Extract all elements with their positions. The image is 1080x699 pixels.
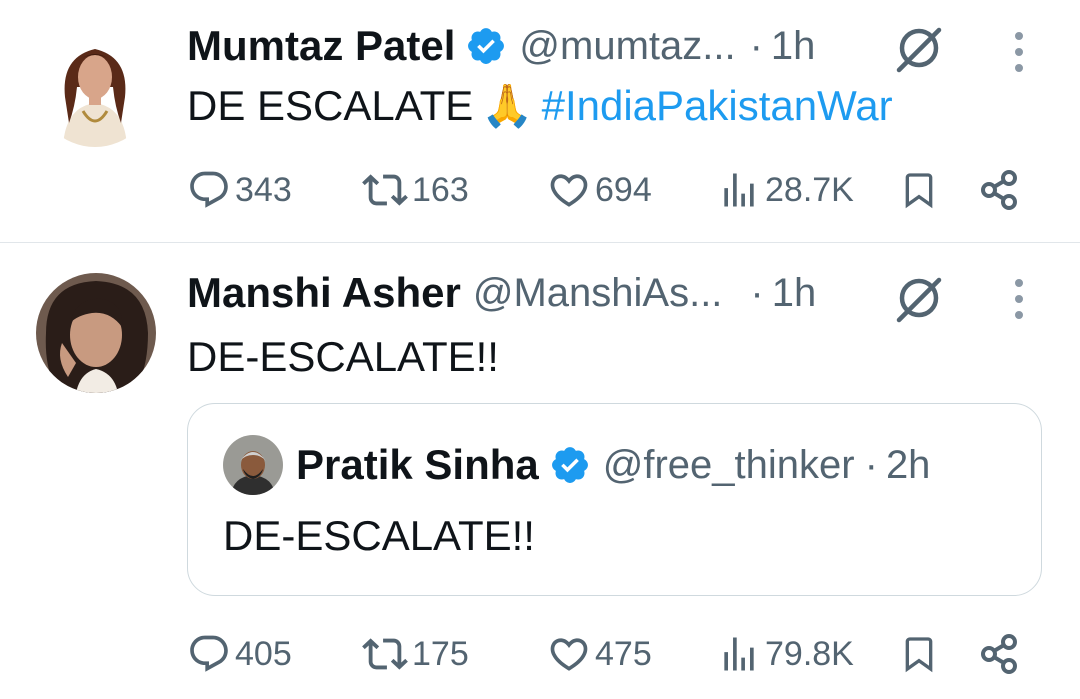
repost-button[interactable]: 163 bbox=[362, 162, 469, 218]
grok-icon[interactable] bbox=[893, 272, 945, 324]
separator: · bbox=[750, 270, 764, 315]
like-count: 475 bbox=[595, 634, 652, 673]
bookmark-icon bbox=[899, 632, 939, 676]
action-bar: 405 175 475 79.8K bbox=[187, 626, 1037, 682]
more-icon[interactable] bbox=[1013, 277, 1025, 321]
verified-badge-icon[interactable] bbox=[549, 444, 591, 486]
repost-count: 175 bbox=[412, 634, 469, 673]
tweet[interactable]: Manshi Asher @ManshiAs... · 1h DE-ESCALA… bbox=[0, 243, 1080, 699]
timestamp[interactable]: 2h bbox=[886, 443, 931, 488]
author-handle[interactable]: @ManshiAs... bbox=[473, 271, 723, 316]
reply-count: 343 bbox=[235, 170, 292, 209]
repost-icon bbox=[362, 631, 408, 677]
like-button[interactable]: 475 bbox=[547, 626, 652, 682]
quoted-tweet[interactable]: Pratik Sinha @free_thinker · 2h DE-ESCAL… bbox=[187, 403, 1042, 596]
avatar[interactable] bbox=[223, 435, 283, 495]
tweet-text: DE-ESCALATE!! bbox=[187, 333, 499, 380]
quoted-tweet-header: Pratik Sinha @free_thinker · 2h bbox=[296, 437, 930, 493]
views-count: 79.8K bbox=[765, 634, 854, 673]
verified-badge-icon[interactable] bbox=[465, 25, 507, 67]
reply-count: 405 bbox=[235, 634, 292, 673]
views-button[interactable]: 79.8K bbox=[717, 626, 854, 682]
bookmark-button[interactable] bbox=[899, 162, 939, 218]
author-name[interactable]: Manshi Asher bbox=[187, 269, 461, 317]
author-handle[interactable]: @free_thinker bbox=[603, 443, 855, 488]
like-button[interactable]: 694 bbox=[547, 162, 652, 218]
tweet-text-main: DE ESCALATE bbox=[187, 82, 474, 129]
bookmark-icon bbox=[899, 168, 939, 212]
quoted-tweet-text: DE-ESCALATE!! bbox=[223, 512, 535, 559]
tweet[interactable]: Mumtaz Patel @mumtaz... · 1h DE ESCALATE… bbox=[0, 0, 1080, 243]
action-bar: 343 163 694 28.7K bbox=[187, 162, 1037, 218]
share-button[interactable] bbox=[979, 162, 1021, 218]
share-icon bbox=[979, 169, 1021, 211]
views-icon bbox=[717, 632, 761, 676]
repost-count: 163 bbox=[412, 170, 469, 209]
share-icon bbox=[979, 633, 1021, 675]
like-count: 694 bbox=[595, 170, 652, 209]
folded-hands-emoji: 🙏 bbox=[481, 82, 534, 129]
reply-icon bbox=[187, 632, 231, 676]
separator: · bbox=[864, 442, 878, 487]
separator: · bbox=[749, 23, 763, 68]
tweet-header: Mumtaz Patel @mumtaz... · 1h bbox=[187, 18, 815, 74]
grok-icon[interactable] bbox=[893, 22, 945, 74]
heart-icon bbox=[547, 168, 591, 212]
heart-icon bbox=[547, 632, 591, 676]
hashtag-link[interactable]: #IndiaPakistanWar bbox=[542, 82, 893, 129]
repost-icon bbox=[362, 167, 408, 213]
avatar[interactable] bbox=[35, 27, 155, 147]
views-button[interactable]: 28.7K bbox=[717, 162, 854, 218]
author-handle[interactable]: @mumtaz... bbox=[519, 24, 735, 69]
timestamp[interactable]: 1h bbox=[772, 271, 817, 316]
views-icon bbox=[717, 168, 761, 212]
reply-button[interactable]: 343 bbox=[187, 162, 292, 218]
views-count: 28.7K bbox=[765, 170, 854, 209]
more-icon[interactable] bbox=[1013, 30, 1025, 74]
tweet-text: DE ESCALATE 🙏 #IndiaPakistanWar bbox=[187, 82, 893, 131]
avatar[interactable] bbox=[36, 273, 156, 393]
tweet-header: Manshi Asher @ManshiAs... · 1h bbox=[187, 265, 816, 321]
bookmark-button[interactable] bbox=[899, 626, 939, 682]
reply-button[interactable]: 405 bbox=[187, 626, 292, 682]
timestamp[interactable]: 1h bbox=[771, 24, 816, 69]
share-button[interactable] bbox=[979, 626, 1021, 682]
reply-icon bbox=[187, 168, 231, 212]
repost-button[interactable]: 175 bbox=[362, 626, 469, 682]
author-name[interactable]: Mumtaz Patel bbox=[187, 22, 455, 70]
author-name[interactable]: Pratik Sinha bbox=[296, 441, 539, 489]
